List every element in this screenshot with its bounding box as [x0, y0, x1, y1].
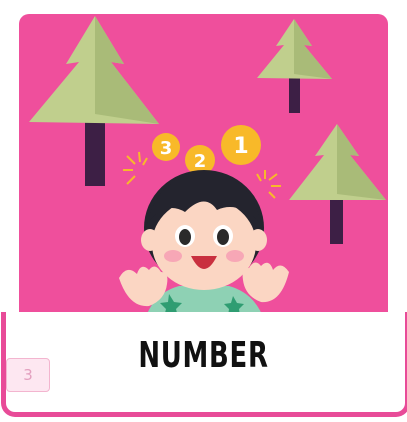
tree-right-bottom — [289, 124, 386, 244]
lesson-card[interactable]: 3 2 1 — [19, 14, 388, 344]
girl-counting-illustration: 3 2 1 — [29, 16, 386, 344]
card-title: NUMBER — [138, 335, 269, 376]
tree-right-top — [257, 19, 332, 113]
number-bubble-3: 3 — [152, 133, 180, 161]
count-badge: 3 — [6, 358, 50, 392]
svg-text:1: 1 — [233, 134, 248, 159]
svg-text:2: 2 — [194, 151, 207, 172]
sparkle-left — [123, 151, 148, 185]
svg-text:3: 3 — [160, 138, 173, 159]
number-bubble-1: 1 — [221, 125, 261, 165]
sparkle-right — [256, 170, 281, 199]
